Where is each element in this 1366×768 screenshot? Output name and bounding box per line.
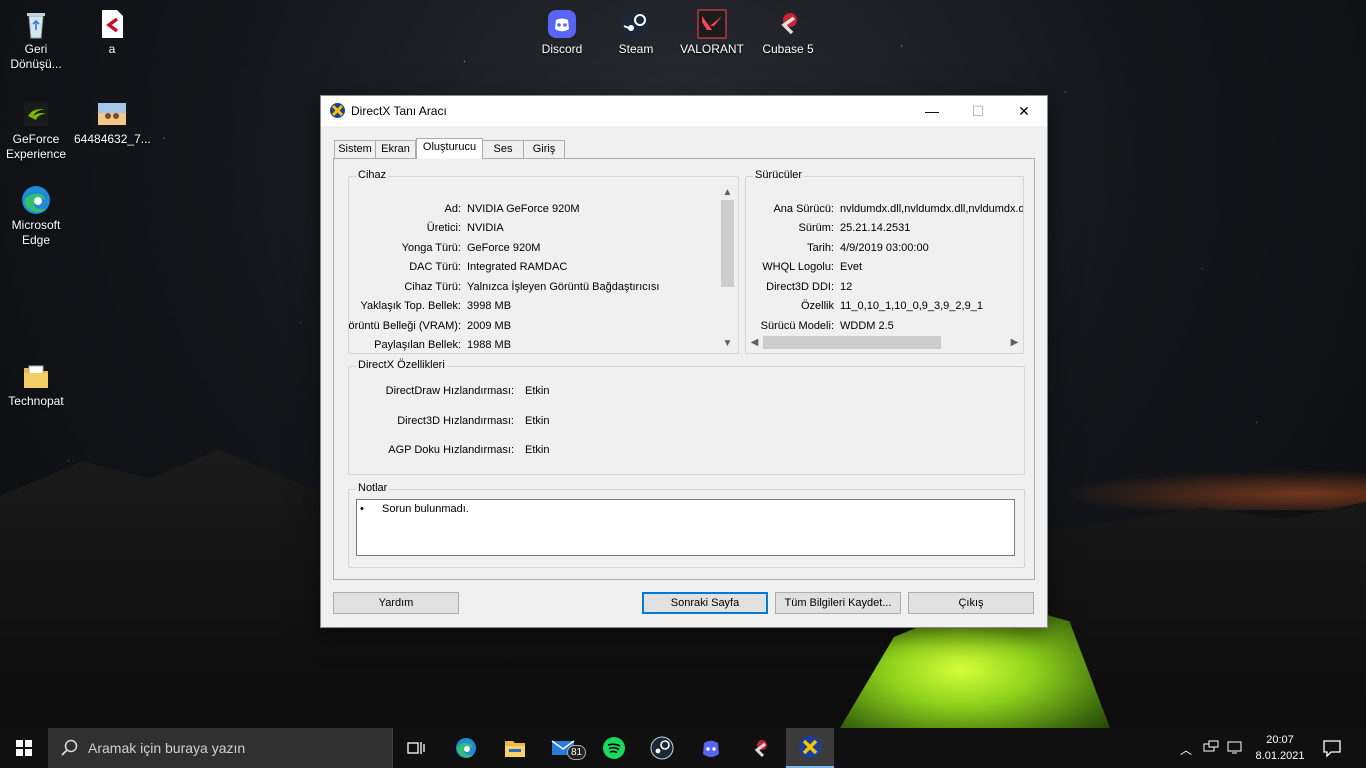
title-bar[interactable]: DirectX Tanı Aracı — ☐ ✕ (321, 96, 1047, 126)
device-vertical-scrollbar[interactable]: ▲ ▼ (719, 185, 736, 351)
scroll-right-icon[interactable]: ▶ (1006, 337, 1023, 348)
recycle-bin-icon (20, 8, 52, 40)
close-button[interactable]: ✕ (1001, 96, 1047, 126)
desktop-icon-discord[interactable]: Discord (524, 8, 600, 57)
tab-ekran[interactable]: Ekran (375, 140, 416, 158)
tab-ses[interactable]: Ses (482, 140, 524, 158)
next-page-button[interactable]: Sonraki Sayfa (642, 592, 768, 614)
notes-group-label: Notlar (356, 482, 390, 494)
wallpaper-horizon-glow (1060, 470, 1366, 510)
desktop-icon-edge[interactable]: Microsoft Edge (0, 184, 74, 248)
tab-giris[interactable]: Giriş (523, 140, 565, 158)
desktop-icon-cubase[interactable]: Cubase 5 (750, 8, 826, 57)
clock-time: 20:07 (1266, 734, 1294, 746)
drivers-horizontal-scrollbar[interactable]: ◀ ▶ (746, 334, 1023, 351)
desktop-icon-valorant[interactable]: VALORANT (674, 8, 750, 57)
cubase-icon (772, 8, 804, 40)
show-hidden-icons-chevron-icon[interactable]: ︿ (1180, 741, 1192, 758)
edge-icon (20, 184, 52, 216)
cubase-file-icon (96, 8, 128, 40)
network-icon[interactable] (1203, 740, 1219, 757)
desktop-icon-recycle-bin[interactable]: Geri Dönüşü... (0, 8, 74, 72)
taskbar-steam[interactable] (638, 728, 686, 768)
folder-icon (20, 360, 52, 392)
tab-sistem[interactable]: Sistem (334, 140, 376, 158)
maximize-button[interactable]: ☐ (955, 96, 1001, 126)
taskbar-file-explorer[interactable] (491, 728, 539, 768)
valorant-icon (696, 8, 728, 40)
taskbar-mail[interactable]: 81 (540, 728, 588, 768)
notes-textbox[interactable]: • Sorun bulunmadı. (356, 499, 1015, 556)
exit-button[interactable]: Çıkış (908, 592, 1034, 614)
save-all-info-button[interactable]: Tüm Bilgileri Kaydet... (775, 592, 901, 614)
device-group-label: Cihaz (356, 169, 389, 181)
features-group-label: DirectX Özellikleri (356, 359, 447, 371)
task-view-button[interactable] (392, 728, 440, 768)
cubase-icon (754, 740, 767, 758)
scroll-thumb[interactable] (763, 336, 941, 349)
start-button[interactable] (0, 728, 48, 768)
notes-text: Sorun bulunmadı. (382, 503, 469, 515)
discord-icon (703, 740, 719, 757)
steam-icon (650, 736, 674, 760)
taskbar-directx[interactable] (786, 728, 834, 768)
directx-window: DirectX Tanı Aracı — ☐ ✕ Sistem Ekran Ol… (320, 95, 1048, 628)
notification-center-icon[interactable] (1322, 738, 1342, 761)
steam-icon (620, 8, 652, 40)
desktop-icon-geforce-experience[interactable]: GeForce Experience (0, 98, 74, 162)
spotify-icon (603, 737, 625, 759)
device-listbox[interactable]: Ad: NVIDIA GeForce 920M Üretici: NVIDIA Yo… (349, 185, 736, 351)
taskbar-discord[interactable] (687, 728, 735, 768)
search-placeholder: Aramak için buraya yazın (88, 740, 246, 756)
mail-badge: 81 (567, 745, 587, 760)
drivers-listbox[interactable]: Ana Sürücü: nvldumdx.dll,nvldumdx.dll,nvl… (746, 185, 1023, 351)
directx-icon (799, 736, 821, 758)
directx-features-group: DirectX Özellikleri DirectDraw Hızlandır… (348, 359, 1025, 475)
window-title: DirectX Tanı Aracı (351, 104, 447, 118)
clock-date: 8.01.2021 (1255, 750, 1305, 762)
taskbar-cubase[interactable] (736, 728, 784, 768)
scroll-down-icon[interactable]: ▼ (719, 338, 736, 349)
volume-icon[interactable] (1227, 740, 1243, 757)
directx-icon (330, 103, 345, 118)
tab-panel: Cihaz Ad: NVIDIA GeForce 920M Üretici: NVI… (333, 158, 1035, 580)
minimize-button[interactable]: — (909, 96, 955, 126)
taskbar: Aramak için buraya yazın 81 ︿ 20:07 8.01… (0, 728, 1366, 768)
desktop-icon-image-file[interactable]: 64484632_7... (74, 98, 151, 147)
help-button[interactable]: Yardım (333, 592, 459, 614)
desktop-icon-steam[interactable]: Steam (598, 8, 674, 57)
device-group: Cihaz Ad: NVIDIA GeForce 920M Üretici: NVI… (348, 169, 739, 354)
file-explorer-icon (505, 741, 525, 757)
desktop-icon-a[interactable]: a (74, 8, 150, 57)
taskbar-spotify[interactable] (590, 728, 638, 768)
search-box[interactable]: Aramak için buraya yazın (48, 728, 393, 768)
taskbar-edge[interactable] (442, 728, 490, 768)
discord-icon (546, 8, 578, 40)
tab-olusturucu[interactable]: Oluşturucu (416, 138, 483, 159)
drivers-group: Sürücüler Ana Sürücü: nvldumdx.dll,nvldum… (745, 169, 1024, 354)
scroll-up-icon[interactable]: ▲ (719, 187, 736, 198)
scroll-left-icon[interactable]: ◀ (746, 337, 763, 348)
edge-icon (456, 738, 476, 758)
windows-logo-icon (16, 740, 32, 756)
image-file-icon (96, 98, 128, 130)
task-view-icon (407, 742, 425, 754)
desktop-icon-technopat[interactable]: Technopat (0, 360, 74, 409)
nvidia-icon (20, 98, 52, 130)
scroll-thumb[interactable] (721, 200, 734, 287)
taskbar-clock[interactable]: 20:07 8.01.2021 (1250, 732, 1310, 764)
drivers-group-label: Sürücüler (753, 169, 805, 181)
search-icon (61, 739, 78, 756)
notes-bullet: • (360, 503, 364, 515)
